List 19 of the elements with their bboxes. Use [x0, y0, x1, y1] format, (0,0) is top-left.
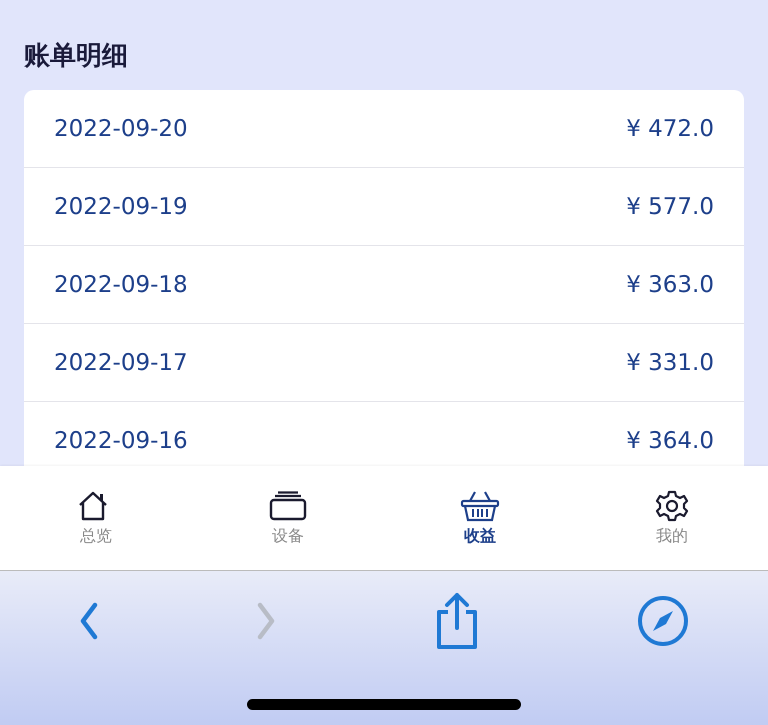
- bill-date: 2022-09-18: [54, 272, 188, 298]
- bill-amount: ¥ 364.0: [626, 428, 714, 454]
- bill-amount: ¥ 331.0: [626, 350, 714, 376]
- bill-amount: ¥ 363.0: [626, 272, 714, 298]
- tab-button[interactable]: 总览: [0, 466, 192, 570]
- bill-date: 2022-09-16: [54, 428, 188, 454]
- page-title: 账单明细: [24, 40, 129, 73]
- tab-button[interactable]: 我的: [576, 466, 768, 570]
- bill-date: 2022-09-19: [54, 194, 188, 220]
- tab-button[interactable]: 设备: [192, 466, 384, 570]
- stacked-cards-icon: [268, 490, 308, 522]
- basket-icon: [460, 490, 500, 522]
- bill-date: 2022-09-17: [54, 350, 188, 376]
- bill-date: 2022-09-20: [54, 116, 188, 142]
- bill-amount: ¥ 577.0: [626, 194, 714, 220]
- compass-icon[interactable]: [637, 595, 690, 647]
- tab-button[interactable]: 收益: [384, 466, 576, 570]
- back-icon[interactable]: [78, 601, 99, 641]
- bill-amount: ¥ 472.0: [626, 116, 714, 142]
